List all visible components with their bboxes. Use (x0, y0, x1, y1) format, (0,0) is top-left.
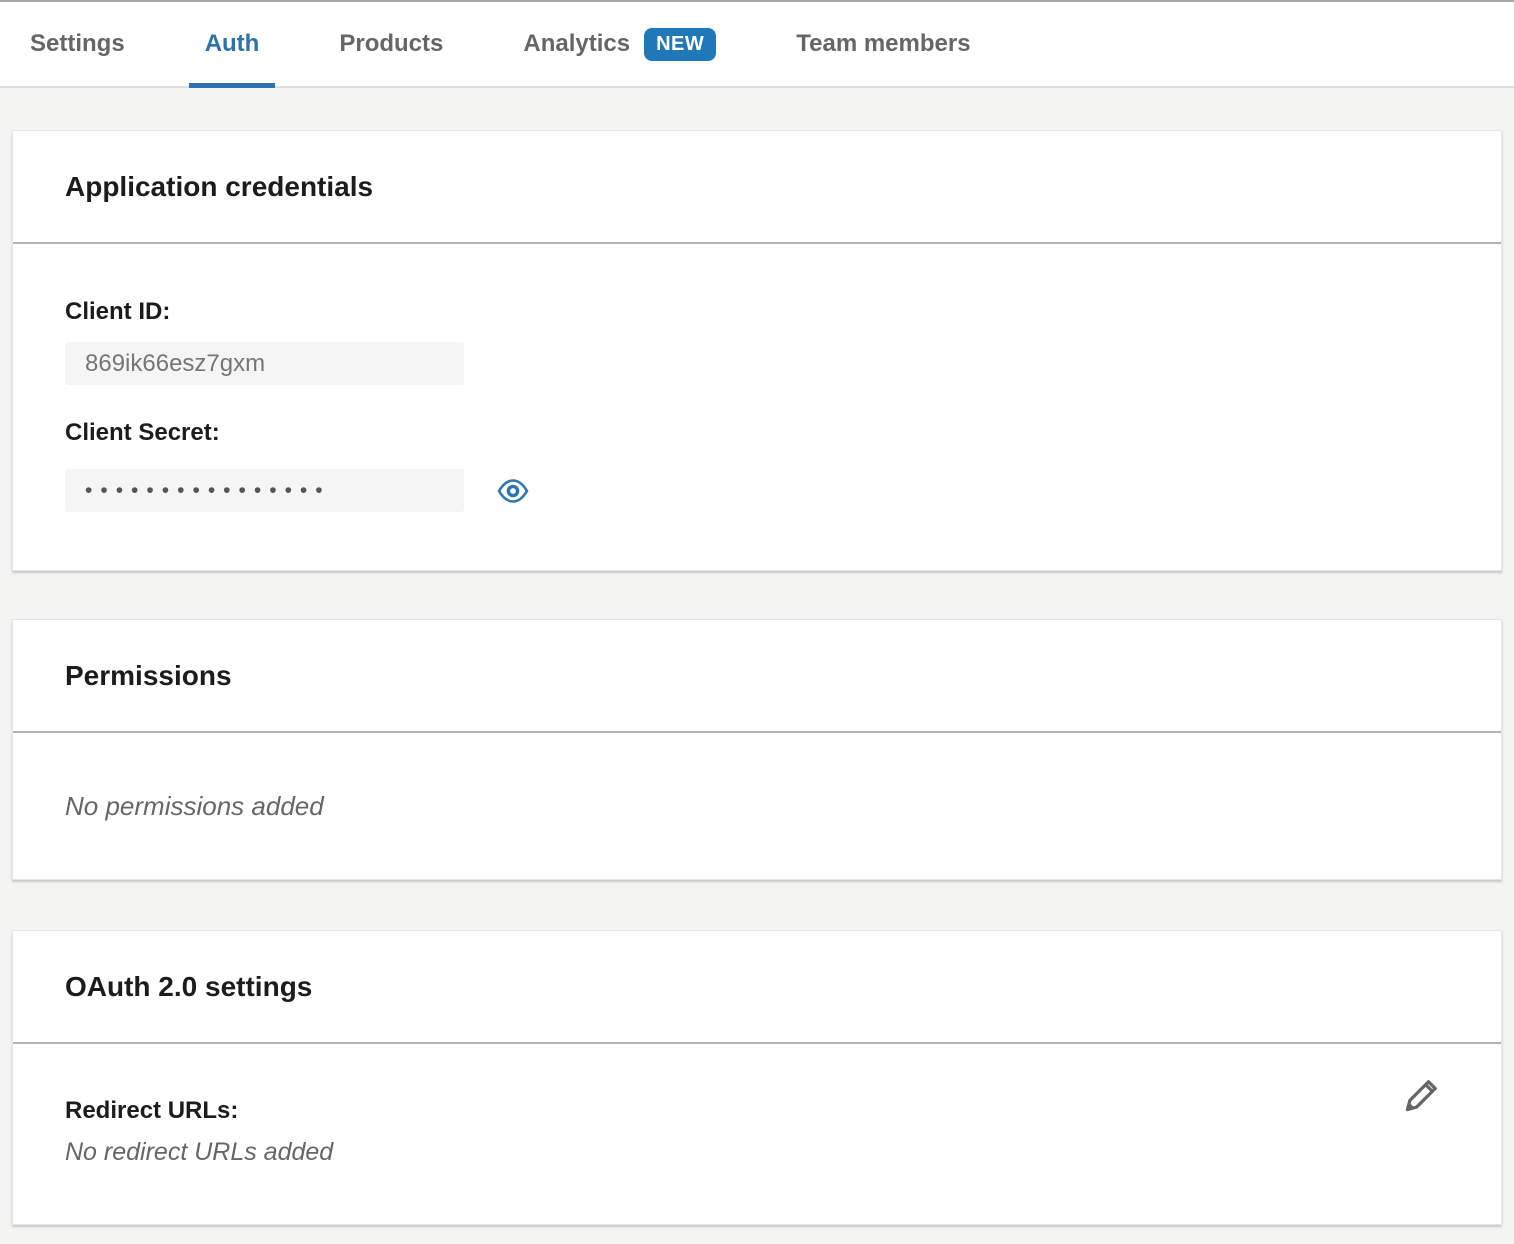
permissions-body: No permissions added (13, 733, 1501, 879)
tab-auth[interactable]: Auth (189, 2, 276, 86)
tab-team-members[interactable]: Team members (780, 2, 986, 86)
tab-analytics-label: Analytics (523, 30, 630, 58)
client-secret-field[interactable]: •••••••••••••••• (65, 469, 464, 512)
client-id-label: Client ID: (65, 298, 1449, 326)
app-auth-page: Settings Auth Products Analytics NEW Tea… (0, 0, 1514, 1225)
tab-team-members-label: Team members (796, 30, 970, 58)
client-id-value: 869ik66esz7gxm (85, 350, 265, 378)
tab-products[interactable]: Products (323, 2, 459, 86)
tab-auth-label: Auth (205, 30, 260, 58)
tab-products-label: Products (339, 30, 443, 58)
application-credentials-body: Client ID: 869ik66esz7gxm Client Secret:… (13, 244, 1501, 570)
redirect-urls-label: Redirect URLs: (65, 1097, 1449, 1125)
oauth-settings-title: OAuth 2.0 settings (65, 971, 312, 1003)
tab-bar: Settings Auth Products Analytics NEW Tea… (0, 0, 1514, 88)
tab-settings-label: Settings (30, 30, 125, 58)
permissions-empty-text: No permissions added (65, 791, 324, 822)
application-credentials-title: Application credentials (65, 171, 373, 203)
oauth-settings-card: OAuth 2.0 settings Redirect URLs: No red… (12, 930, 1502, 1225)
new-badge: NEW (644, 28, 716, 61)
permissions-header: Permissions (13, 620, 1501, 733)
tab-analytics[interactable]: Analytics NEW (507, 2, 732, 86)
permissions-card: Permissions No permissions added (12, 619, 1502, 880)
eye-icon (496, 477, 530, 505)
main-content: Application credentials Client ID: 869ik… (0, 88, 1514, 1225)
edit-redirect-urls-button[interactable] (1399, 1072, 1445, 1118)
reveal-secret-button[interactable] (496, 476, 530, 506)
pencil-icon (1399, 1072, 1445, 1118)
oauth-settings-header: OAuth 2.0 settings (13, 931, 1501, 1044)
client-id-field[interactable]: 869ik66esz7gxm (65, 342, 464, 385)
client-secret-row: •••••••••••••••• (65, 469, 1449, 512)
redirect-urls-empty-text: No redirect URLs added (65, 1138, 1449, 1167)
application-credentials-header: Application credentials (13, 131, 1501, 244)
application-credentials-card: Application credentials Client ID: 869ik… (12, 130, 1502, 571)
tab-settings[interactable]: Settings (14, 2, 141, 86)
permissions-title: Permissions (65, 660, 232, 692)
client-secret-masked-value: •••••••••••••••• (85, 479, 331, 503)
oauth-settings-body: Redirect URLs: No redirect URLs added (13, 1044, 1501, 1224)
client-secret-label: Client Secret: (65, 419, 1449, 447)
